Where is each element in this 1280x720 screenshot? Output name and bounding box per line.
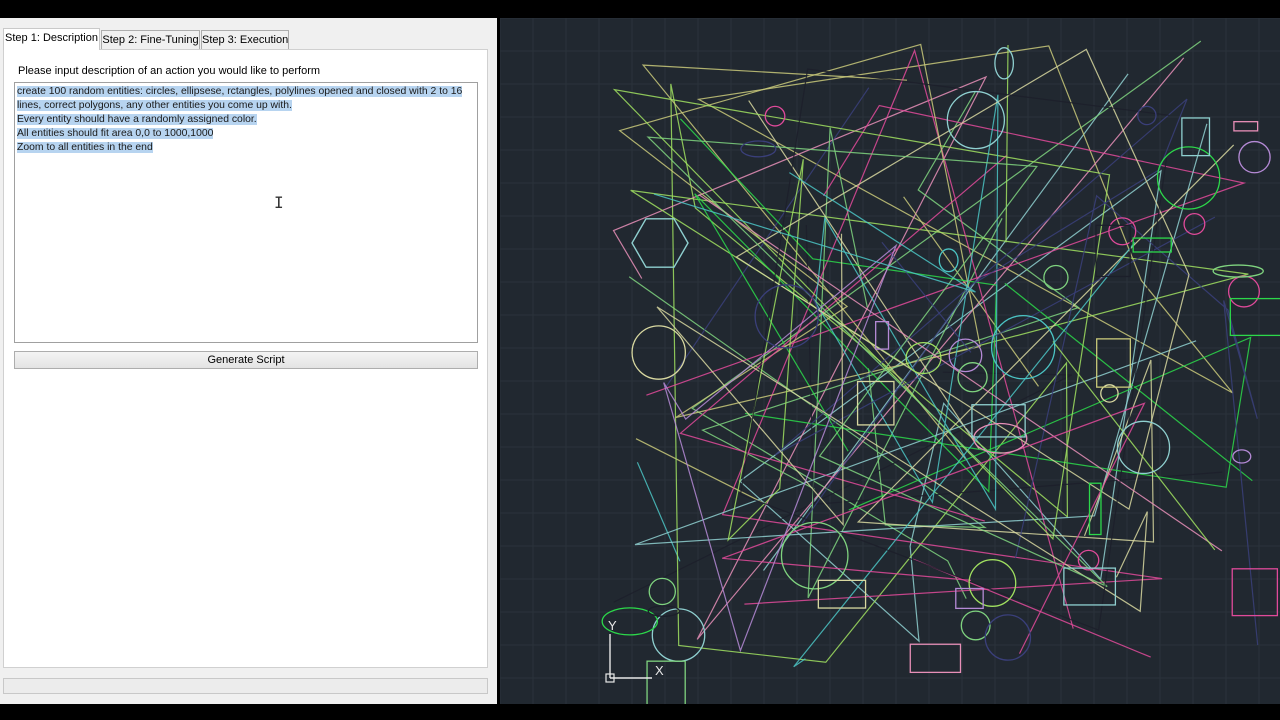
cad-drawing [500, 18, 1280, 704]
cad-circle [1227, 275, 1260, 308]
status-bar [3, 678, 488, 694]
cad-rectangle [817, 579, 867, 609]
cad-polyline [1052, 341, 1216, 551]
cad-circle [1137, 105, 1157, 126]
cad-circle [648, 577, 677, 606]
ucs-x-label: X [655, 663, 664, 678]
cad-polyline [1014, 194, 1259, 646]
cad-circle [1238, 140, 1271, 174]
cad-rectangle [1231, 568, 1279, 617]
text-cursor-icon: I [274, 193, 284, 212]
cad-circle [984, 614, 1032, 661]
description-line: Every entity should have a randomly assi… [17, 114, 257, 125]
description-line: Zoom to all entities in the end [17, 142, 153, 153]
description-line: lines, correct polygons, any other entit… [17, 100, 292, 111]
cad-rectangle [909, 643, 962, 674]
cad-rectangle [1229, 297, 1280, 337]
cad-ellipse [740, 140, 777, 158]
cad-rectangle [1063, 567, 1117, 606]
cad-ellipse [647, 605, 680, 617]
cad-ellipse [1232, 449, 1252, 464]
window-top-bar [0, 0, 1280, 18]
tab-execution[interactable]: Step 3: Execution [201, 30, 289, 49]
cad-circle [631, 325, 687, 380]
description-prompt-label: Please input description of an action yo… [18, 65, 321, 77]
tab-description[interactable]: Step 1: Description [3, 28, 100, 50]
cad-rectangle [1233, 121, 1259, 132]
cad-polyline [1005, 44, 1009, 243]
cad-drawing-area[interactable]: Y X [500, 18, 1280, 704]
cad-rectangle [875, 320, 890, 350]
cad-ellipse [1212, 264, 1264, 278]
cad-polyline [1004, 282, 1253, 482]
cad-polyline [696, 45, 1234, 394]
script-generator-panel: Step 1: Description Step 2: Fine-Tuning … [0, 18, 497, 704]
cad-circle [946, 90, 1006, 150]
generate-script-button[interactable]: Generate Script [14, 351, 478, 369]
description-textarea[interactable]: create 100 random entities: circles, ell… [14, 82, 478, 343]
description-line: All entities should fit area 0,0 to 1000… [17, 128, 214, 139]
description-text: create 100 random entities: circles, ell… [17, 85, 463, 155]
window-bottom-bar [0, 704, 1280, 720]
description-line: create 100 random entities: circles, ell… [17, 86, 463, 97]
cad-polygon [631, 218, 689, 268]
description-tab-page: Please input description of an action yo… [3, 49, 488, 668]
tab-fine-tuning[interactable]: Step 2: Fine-Tuning [101, 30, 200, 49]
cad-circle [1043, 264, 1069, 291]
cad-ellipse [1077, 549, 1100, 571]
cad-rectangle [646, 660, 686, 704]
ucs-y-label: Y [608, 618, 617, 633]
